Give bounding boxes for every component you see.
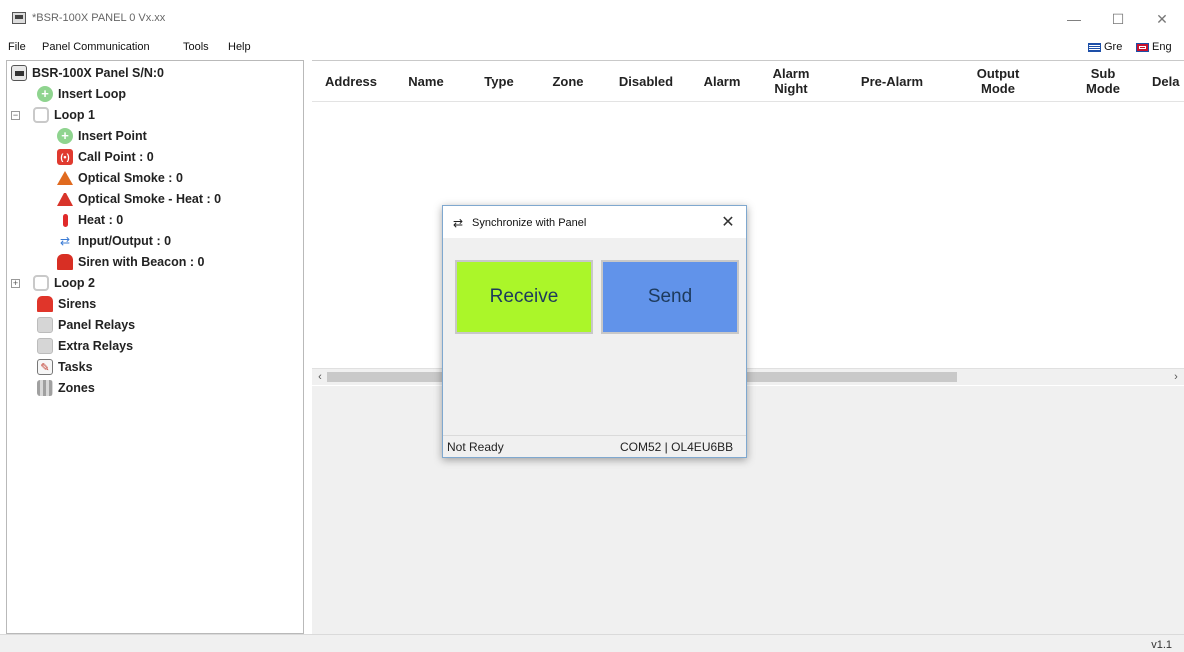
tree-loop-1[interactable]: Loop 1 xyxy=(33,105,95,125)
task-icon: ✎ xyxy=(37,359,53,375)
header-divider xyxy=(312,101,1184,102)
scroll-left-icon[interactable]: ‹ xyxy=(312,370,328,385)
menu-file[interactable]: File xyxy=(8,41,26,53)
call-point-icon: (•) xyxy=(57,149,73,165)
language-greek[interactable]: Gre xyxy=(1088,41,1122,53)
column-header-alarm[interactable]: Alarm xyxy=(694,61,750,101)
zones-icon xyxy=(37,380,53,396)
column-header-zone[interactable]: Zone xyxy=(540,61,596,101)
panel-icon xyxy=(11,65,27,81)
status-bar: v1.1 xyxy=(0,634,1184,652)
column-header-output-mode[interactable]: Output Mode xyxy=(968,61,1028,101)
tree-loop-2[interactable]: Loop 2 xyxy=(33,273,95,293)
language-english-label: Eng xyxy=(1152,41,1172,53)
app-panel-icon xyxy=(12,12,26,24)
relay-icon xyxy=(37,338,53,354)
tree-insert-loop-label: Insert Loop xyxy=(58,87,127,101)
tree-sirens[interactable]: Sirens xyxy=(37,294,96,314)
send-button[interactable]: Send xyxy=(601,260,739,334)
tree-insert-loop[interactable]: + Insert Loop xyxy=(37,84,126,104)
receive-button[interactable]: Receive xyxy=(455,260,593,334)
tree-root-label: BSR-100X Panel S/N:0 xyxy=(32,66,164,80)
dialog-title: Synchronize with Panel xyxy=(472,217,587,229)
uk-flag-icon xyxy=(1136,42,1149,52)
column-header-alarm-night[interactable]: Alarm Night xyxy=(766,61,816,101)
tree-extra-relays-label: Extra Relays xyxy=(58,339,134,353)
thermometer-icon xyxy=(57,212,73,228)
menu-panel-communication[interactable]: Panel Communication xyxy=(42,41,150,53)
tree-tasks-label: Tasks xyxy=(58,360,93,374)
language-english[interactable]: Eng xyxy=(1136,41,1172,53)
menu-bar: File Panel Communication Tools Help Gre … xyxy=(0,38,1184,58)
dialog-title-bar: ⇄ Synchronize with Panel ✕ xyxy=(443,206,746,238)
tree-panel-relays-label: Panel Relays xyxy=(58,318,136,332)
tree-call-point-label: Call Point : 0 xyxy=(78,150,154,164)
tree-root-panel[interactable]: BSR-100X Panel S/N:0 xyxy=(11,63,164,83)
add-icon: + xyxy=(57,128,73,144)
input-output-icon: ⇄ xyxy=(59,234,71,248)
tree-input-output[interactable]: ⇄ Input/Output : 0 xyxy=(57,231,171,251)
column-header-disabled[interactable]: Disabled xyxy=(610,61,682,101)
greek-flag-icon xyxy=(1088,42,1101,52)
tree-extra-relays[interactable]: Extra Relays xyxy=(37,336,133,356)
minimize-button[interactable]: — xyxy=(1054,6,1094,32)
device-tree[interactable]: BSR-100X Panel S/N:0 + Insert Loop − Loo… xyxy=(6,60,304,634)
tree-zones[interactable]: Zones xyxy=(37,378,95,398)
tree-heat-label: Heat : 0 xyxy=(78,213,124,227)
language-greek-label: Gre xyxy=(1104,41,1123,53)
tree-zones-label: Zones xyxy=(58,381,95,395)
tree-optical-smoke-heat-label: Optical Smoke - Heat : 0 xyxy=(78,192,222,206)
tree-optical-smoke[interactable]: Optical Smoke : 0 xyxy=(57,168,183,188)
tree-optical-smoke-label: Optical Smoke : 0 xyxy=(78,171,183,185)
smoke-detector-icon xyxy=(57,171,73,185)
column-header-address[interactable]: Address xyxy=(318,61,384,101)
tree-sirens-label: Sirens xyxy=(58,297,97,311)
menu-tools[interactable]: Tools xyxy=(183,41,209,53)
tree-insert-point[interactable]: + Insert Point xyxy=(57,126,147,146)
loop2-expand-toggle[interactable]: + xyxy=(11,279,20,288)
loop1-collapse-toggle[interactable]: − xyxy=(11,111,20,120)
smoke-heat-detector-icon xyxy=(57,192,73,206)
synchronize-dialog: ⇄ Synchronize with Panel ✕ Receive Send … xyxy=(442,205,747,458)
tree-siren-beacon-label: Siren with Beacon : 0 xyxy=(78,255,205,269)
tree-loop1-label: Loop 1 xyxy=(54,108,95,122)
scroll-right-icon[interactable]: › xyxy=(1168,370,1184,385)
siren-icon xyxy=(37,296,53,312)
add-icon: + xyxy=(37,86,53,102)
column-header-delay[interactable]: Dela xyxy=(1152,61,1184,101)
loop-icon xyxy=(33,107,49,123)
column-header-sub-mode[interactable]: Sub Mode xyxy=(1078,61,1128,101)
tree-tasks[interactable]: ✎ Tasks xyxy=(37,357,93,377)
dialog-status-bar: Not Ready COM52 | OL4EU6BB xyxy=(443,435,746,457)
window-title: *BSR-100X PANEL 0 Vx.xx xyxy=(32,12,166,24)
close-button[interactable]: ✕ xyxy=(1142,6,1182,32)
siren-beacon-icon xyxy=(57,254,73,270)
sync-arrows-icon: ⇄ xyxy=(453,216,464,230)
column-header-pre-alarm[interactable]: Pre-Alarm xyxy=(852,61,932,101)
column-header-type[interactable]: Type xyxy=(474,61,524,101)
tree-insert-point-label: Insert Point xyxy=(78,129,147,143)
tree-call-point[interactable]: (•) Call Point : 0 xyxy=(57,147,154,167)
maximize-button[interactable]: ☐ xyxy=(1098,6,1138,32)
tree-panel-relays[interactable]: Panel Relays xyxy=(37,315,135,335)
tree-loop2-label: Loop 2 xyxy=(54,276,95,290)
menu-help[interactable]: Help xyxy=(228,41,251,53)
tree-input-output-label: Input/Output : 0 xyxy=(78,234,172,248)
port-info: COM52 | OL4EU6BB xyxy=(620,440,734,454)
tree-siren-beacon[interactable]: Siren with Beacon : 0 xyxy=(57,252,204,272)
tree-optical-smoke-heat[interactable]: Optical Smoke - Heat : 0 xyxy=(57,189,221,209)
tree-heat[interactable]: Heat : 0 xyxy=(57,210,123,230)
connection-status: Not Ready xyxy=(447,440,504,454)
version-label: v1.1 xyxy=(1151,639,1172,651)
title-bar: *BSR-100X PANEL 0 Vx.xx — ☐ ✕ xyxy=(0,0,1184,36)
relay-icon xyxy=(37,317,53,333)
column-header-name[interactable]: Name xyxy=(398,61,454,101)
loop-icon xyxy=(33,275,49,291)
dialog-close-button[interactable]: ✕ xyxy=(718,212,738,232)
